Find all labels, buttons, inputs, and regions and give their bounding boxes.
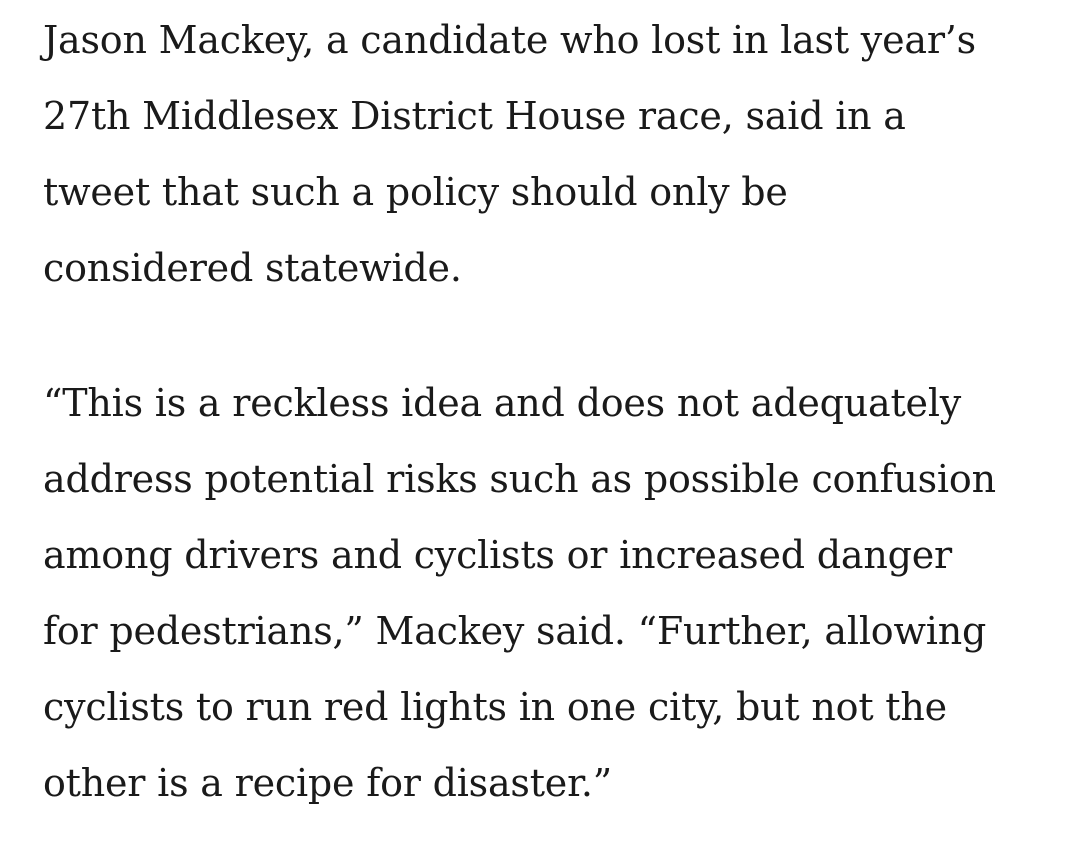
paragraph-line: “This is a reckless idea and does not ad… xyxy=(43,381,962,425)
paragraph-line: for pedestrians,” Mackey said. “Further,… xyxy=(43,609,987,653)
paragraph-line: other is a recipe for disaster.” xyxy=(43,761,612,805)
paragraph-line: among drivers and cyclists or increased … xyxy=(43,533,952,577)
paragraph-line: address potential risks such as possible… xyxy=(43,457,996,501)
paragraph-line: cyclists to run red lights in one city, … xyxy=(43,685,947,729)
paragraph-intro: Jason Mackey, a candidate who lost in la… xyxy=(43,2,976,306)
paragraph-line: considered statewide. xyxy=(43,246,462,290)
paragraph-quote: “This is a reckless idea and does not ad… xyxy=(43,365,996,821)
paragraph-line: tweet that such a policy should only be xyxy=(43,170,788,214)
paragraph-line: Jason Mackey, a candidate who lost in la… xyxy=(43,18,976,62)
paragraph-line: 27th Middlesex District House race, said… xyxy=(43,94,906,138)
